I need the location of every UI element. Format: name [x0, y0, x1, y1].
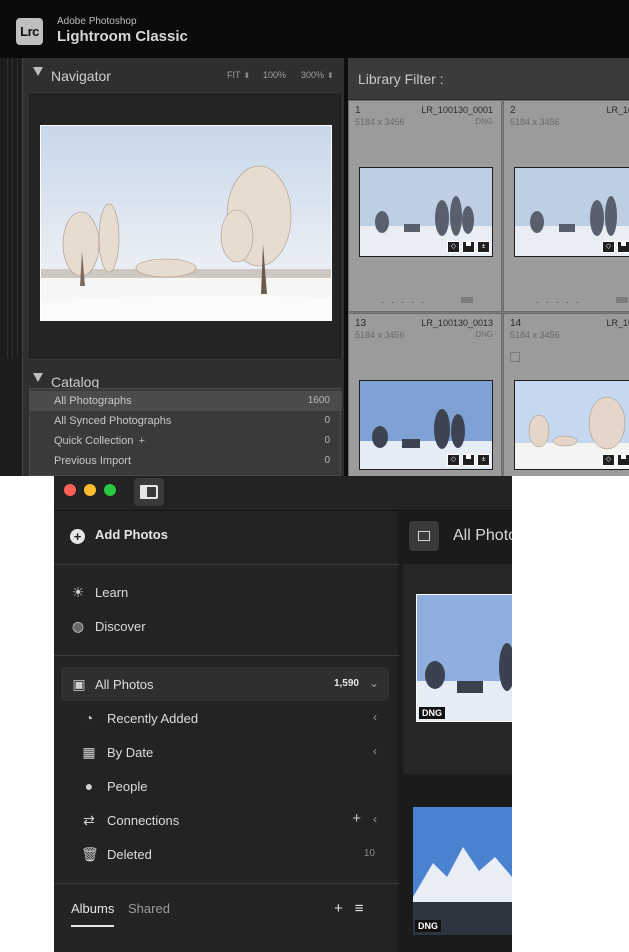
trash-icon: 🗑	[81, 846, 99, 862]
app-header: Lrc Adobe Photoshop Lightroom Classic	[0, 0, 629, 58]
add-connection-icon[interactable]: +	[352, 810, 361, 827]
by-date-item[interactable]: ▦ By Date ‹	[54, 735, 399, 769]
navigator-preview[interactable]	[29, 94, 341, 358]
collapse-triangle-icon[interactable]	[33, 67, 43, 76]
brand-line-2: Lightroom Classic	[57, 28, 188, 45]
chevron-down-icon[interactable]: ⌄	[369, 676, 379, 690]
edit-icon: ±	[477, 454, 490, 466]
tab-shared[interactable]: Shared	[128, 901, 170, 916]
grid-cell[interactable]: 14 LR_100130_ 5184 x 3456 ◇▀±	[503, 313, 629, 476]
tag-icon: ◇	[447, 454, 460, 466]
comment-icon: ▀	[617, 454, 629, 466]
navigator-title: Navigator	[51, 68, 111, 84]
grid-cell[interactable]: 2 LR_100130_ 5184 x 3456 ◇▀± ·····	[503, 100, 629, 312]
color-label-slot[interactable]	[461, 297, 473, 303]
left-panel: Navigator FIT ⬍ 100% 300% ⬍ Catalog All …	[22, 58, 344, 476]
photo-grid: 1 LR_100130_0001 5184 x 3456 DNG ◇ ▀ ± ···…	[348, 100, 629, 476]
plus-circle-icon: +	[70, 529, 85, 544]
photo-card[interactable]: DNG	[403, 564, 512, 774]
view-mode-button[interactable]	[409, 521, 439, 551]
connections-icon: ⇄	[83, 812, 95, 828]
add-plus-icon[interactable]: +	[138, 435, 144, 447]
photo-thumbnail[interactable]: DNG	[416, 594, 512, 722]
comment-icon: ▀	[617, 241, 629, 253]
rating-dots[interactable]: ·····	[536, 297, 586, 307]
globe-icon: ◍	[71, 618, 85, 634]
dng-badge: DNG	[419, 707, 445, 719]
thumb-badges: ◇▀±	[447, 241, 491, 253]
lightbulb-icon: ☀	[71, 584, 85, 600]
connections-item[interactable]: ⇄ Connections + ‹	[54, 803, 399, 837]
thumb-badges: ◇▀±	[447, 454, 491, 466]
minimize-window-icon[interactable]	[84, 484, 96, 496]
grid-cell[interactable]: 1 LR_100130_0001 5184 x 3456 DNG ◇ ▀ ± ···…	[348, 100, 502, 312]
add-photos-button[interactable]: + Add Photos	[70, 527, 168, 544]
tag-icon: ◇	[447, 241, 460, 253]
sidebar-toggle-button[interactable]	[134, 478, 164, 506]
sidebar: + Add Photos ☀ Learn ◍ Discover ▣ All Pho…	[54, 511, 399, 952]
lrc-logo: Lrc	[16, 18, 43, 45]
clock-icon: ◔	[84, 710, 94, 726]
flag-icon[interactable]	[510, 352, 520, 362]
dng-badge: DNG	[415, 920, 441, 932]
grid-cell[interactable]: 13 LR_100130_0013 5184 x 3456 DNG ◇ ▀ ±	[348, 313, 502, 476]
library-filter-label[interactable]: Library Filter :	[358, 71, 444, 87]
people-item[interactable]: ● People	[54, 769, 399, 803]
discover-item[interactable]: ◍ Discover	[54, 609, 399, 643]
tag-icon: ◇	[602, 454, 615, 466]
tag-icon: ◇	[602, 241, 615, 253]
library-filter-bar: Library Filter :	[348, 58, 629, 100]
person-icon: ●	[84, 778, 94, 794]
navigator-header[interactable]: Navigator FIT ⬍ 100% 300% ⬍	[23, 58, 345, 88]
chevron-left-icon[interactable]: ‹	[373, 812, 377, 826]
panel-edge-strip[interactable]	[0, 58, 24, 476]
lightroom-window: + Add Photos ☀ Learn ◍ Discover ▣ All Pho…	[54, 476, 512, 952]
navigator-photo[interactable]	[40, 125, 332, 321]
comment-icon: ▀	[462, 241, 475, 253]
all-photos-item[interactable]: ▣ All Photos 1,590 ⌄	[61, 667, 389, 701]
calendar-icon: ▦	[82, 744, 96, 760]
catalog-item[interactable]: All Synced Photographs 0	[30, 411, 342, 431]
recently-added-item[interactable]: ◔ Recently Added ‹	[54, 701, 399, 735]
rating-dots[interactable]: ·····	[381, 297, 431, 307]
album-actions: + ≡	[334, 900, 376, 917]
edit-icon: ±	[477, 241, 490, 253]
chevron-left-icon[interactable]: ‹	[373, 744, 377, 758]
chevron-left-icon[interactable]: ‹	[373, 710, 377, 724]
catalog-item[interactable]: All Photographs 1600	[30, 391, 342, 411]
photo-thumbnail[interactable]: DNG	[413, 807, 512, 935]
close-window-icon[interactable]	[64, 484, 76, 496]
thumb-badges: ◇▀±	[602, 241, 629, 253]
sort-icon[interactable]: ≡	[355, 900, 364, 917]
nav-zoom-100[interactable]: 100%	[263, 70, 286, 80]
zoom-window-icon[interactable]	[104, 484, 116, 496]
comment-icon: ▀	[462, 454, 475, 466]
catalog-item[interactable]: Quick Collection + 0	[30, 431, 342, 451]
thumb-badges: ◇▀±	[602, 454, 629, 466]
nav-zoom-300[interactable]: 300% ⬍	[301, 70, 334, 80]
photo-icon: ▣	[72, 676, 86, 692]
brand-line-1: Adobe Photoshop	[57, 16, 137, 27]
lightroom-classic-window: Lrc Adobe Photoshop Lightroom Classic Na…	[0, 0, 629, 476]
main-content: All Photos DNG DNG	[400, 511, 512, 952]
color-label-slot[interactable]	[616, 297, 628, 303]
collapse-triangle-icon[interactable]	[33, 373, 43, 382]
deleted-item[interactable]: 🗑 Deleted 10	[54, 837, 399, 871]
catalog-item[interactable]: Previous Import 0	[30, 451, 342, 471]
page-title: All Photos	[453, 527, 512, 544]
tab-albums[interactable]: Albums	[71, 901, 115, 927]
title-bar	[54, 476, 512, 511]
catalog-list: All Photographs 1600 All Synced Photogra…	[29, 388, 342, 476]
add-album-icon[interactable]: +	[334, 900, 343, 917]
learn-item[interactable]: ☀ Learn	[54, 575, 399, 609]
nav-zoom-fit[interactable]: FIT ⬍	[227, 70, 250, 80]
